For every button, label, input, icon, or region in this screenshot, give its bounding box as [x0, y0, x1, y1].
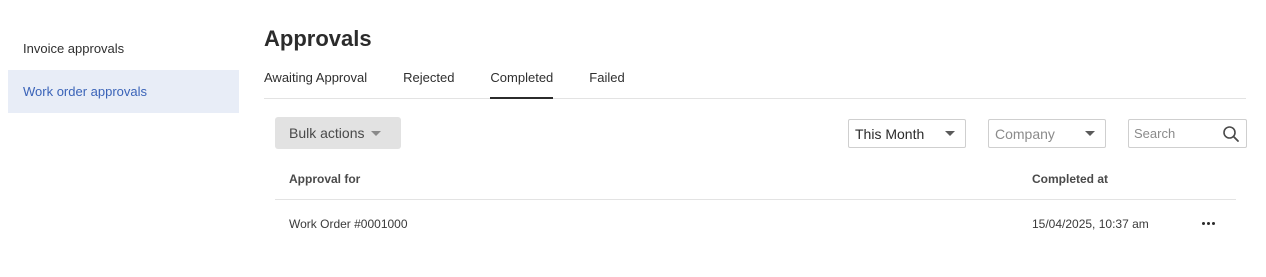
sidebar-item-work-order-approvals[interactable]: Work order approvals	[8, 70, 239, 113]
chevron-down-icon	[371, 130, 382, 136]
table-row[interactable]: Work Order #0001000 15/04/2025, 10:37 am	[275, 200, 1236, 247]
company-select-placeholder: Company	[995, 125, 1055, 142]
tab-rejected[interactable]: Rejected	[403, 70, 454, 99]
search-input[interactable]	[1129, 120, 1217, 147]
completed-at-cell: 15/04/2025, 10:37 am	[1032, 217, 1149, 231]
column-header-completed-at: Completed at	[1032, 172, 1109, 186]
sidebar-item-label: Work order approvals	[23, 84, 148, 99]
more-horizontal-icon[interactable]	[1193, 213, 1223, 233]
approval-for-cell: Work Order #0001000	[289, 217, 408, 231]
chevron-down-icon	[945, 131, 955, 136]
sidebar-item-label: Invoice approvals	[23, 41, 125, 56]
search-icon[interactable]	[1222, 125, 1240, 143]
company-select[interactable]: Company	[988, 119, 1106, 148]
page-title: Approvals	[264, 26, 372, 51]
tab-awaiting-approval[interactable]: Awaiting Approval	[264, 70, 367, 99]
period-select[interactable]: This Month	[848, 119, 966, 148]
approvals-table: Approval for Completed at Work Order #00…	[275, 164, 1236, 247]
tab-failed[interactable]: Failed	[589, 70, 624, 99]
tab-bar: Awaiting Approval Rejected Completed Fai…	[264, 70, 1246, 99]
period-select-value: This Month	[855, 125, 925, 142]
search-box	[1128, 119, 1247, 148]
table-header: Approval for Completed at	[275, 164, 1236, 200]
column-header-approval-for: Approval for	[289, 172, 361, 186]
tab-completed[interactable]: Completed	[490, 70, 554, 99]
chevron-down-icon	[1085, 131, 1095, 136]
bulk-actions-button[interactable]: Bulk actions	[275, 117, 401, 149]
sidebar: Invoice approvals Work order approvals	[8, 27, 239, 113]
sidebar-item-invoice-approvals[interactable]: Invoice approvals	[8, 27, 239, 70]
bulk-actions-label: Bulk actions	[289, 125, 365, 141]
main-content: Approvals Awaiting Approval Rejected Com…	[264, 0, 1247, 277]
